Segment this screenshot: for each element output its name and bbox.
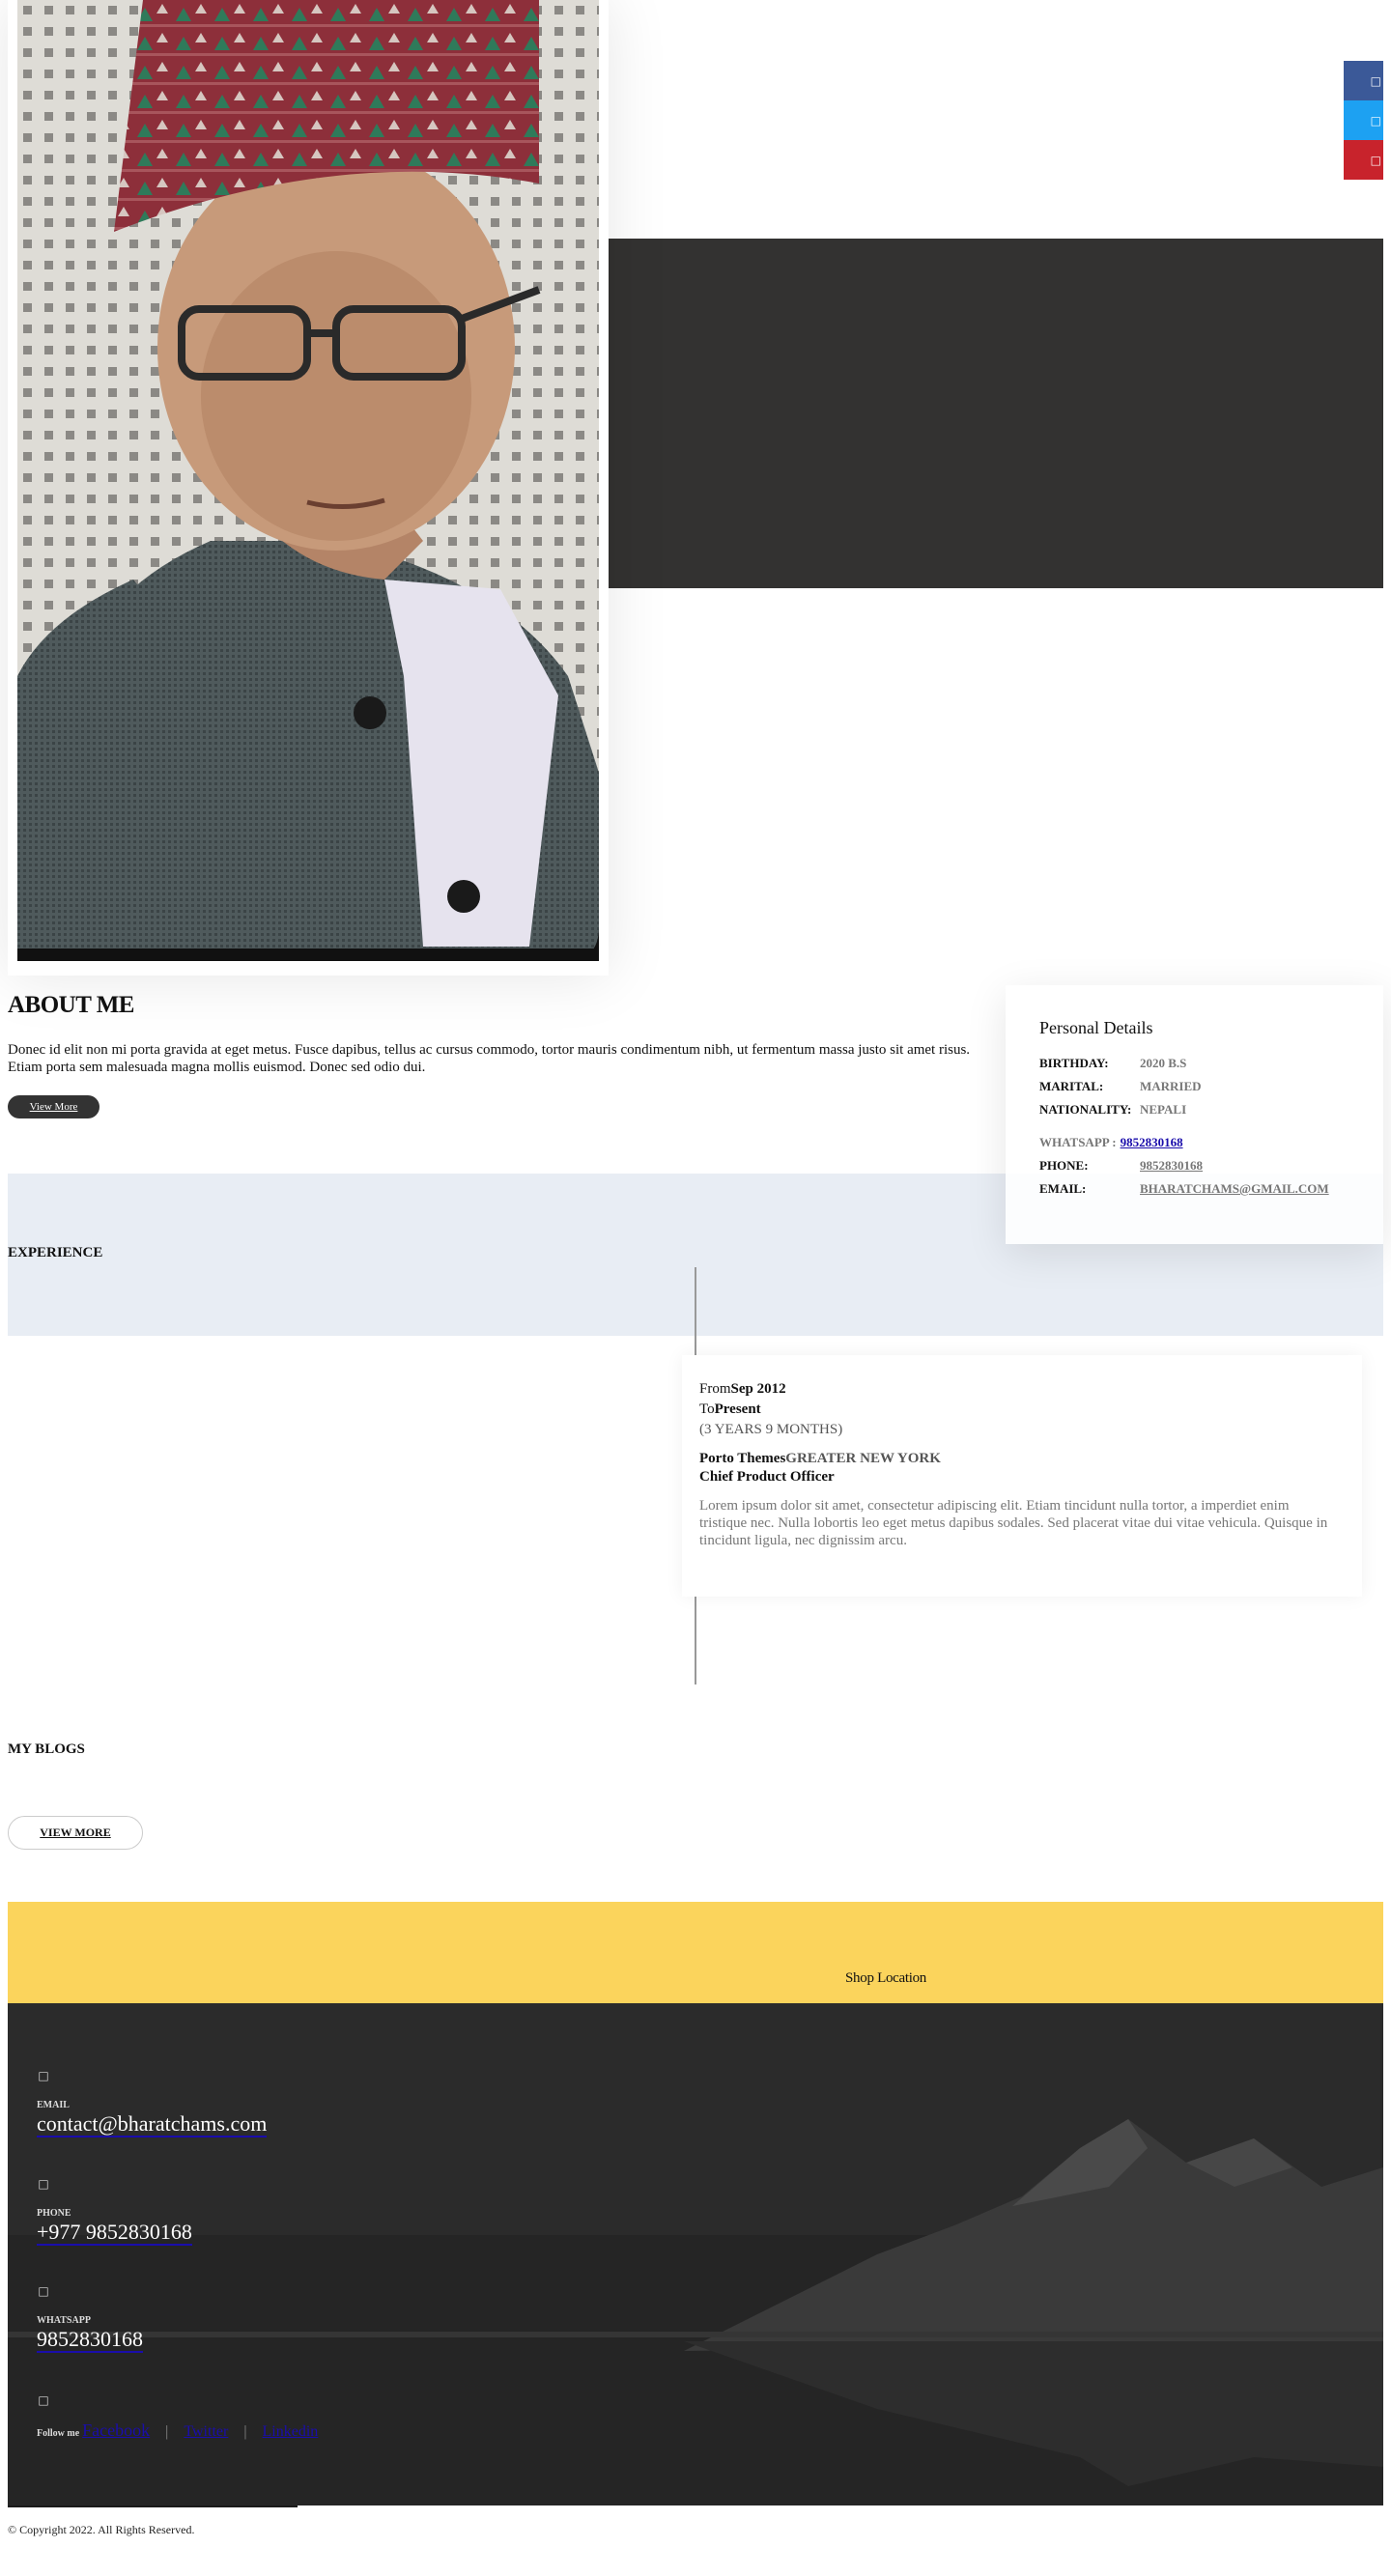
detail-key: EMAIL: [1039,1181,1087,1196]
personal-details-card: Personal Details BIRTHDAY: 2020 B.S MARI… [1006,985,1383,1244]
share-icon: □ [38,2393,49,2407]
personal-details-title: Personal Details [1039,1018,1153,1037]
footer-share: □ [37,2393,50,2407]
hero-dark-band [609,239,1383,588]
phone-icon: □ [38,2177,49,2191]
detail-key: PHONE: [1039,1158,1089,1173]
whatsapp-link[interactable]: 9852830168 [1121,1135,1183,1150]
footer-whatsapp-label: WHATSAPP [37,2315,91,2326]
detail-row-email: EMAIL: BHARATCHAMS@GMAIL.COM [1039,1177,1383,1201]
footer-phone-link[interactable]: +977 9852830168 [37,2221,192,2246]
shop-location-label: Shop Location [845,1970,927,1986]
copyright-rule [8,2505,298,2507]
company-name: Porto Themes [699,1451,786,1466]
detail-row-nationality: NATIONALITY: NEPALI [1039,1098,1383,1121]
view-more-blogs-button[interactable]: VIEW MORE [8,1816,143,1850]
from-label: From [699,1381,731,1397]
footer-email-label: EMAIL [37,2100,70,2110]
experience-description: Lorem ipsum dolor sit amet, consectetur … [699,1498,1328,1548]
footer-follow-row: Follow me Facebook | Twitter | Linkedin [37,2420,319,2441]
follow-facebook-link[interactable]: Facebook [82,2420,150,2441]
phone-link[interactable]: 9852830168 [1140,1158,1203,1174]
detail-key: BIRTHDAY: [1039,1056,1109,1070]
whatsapp-icon: □ [38,2284,49,2298]
footer-email-link[interactable]: contact@bharatchams.com [37,2112,268,2137]
follow-linkedin-link[interactable]: Linkedin [263,2423,319,2441]
footer: □ EMAIL contact@bharatchams.com □ PHONE … [8,2003,1383,2505]
profile-photo [17,0,599,961]
detail-key: NATIONALITY: [1039,1102,1132,1117]
detail-value: MARRIED [1140,1079,1202,1093]
from-date: Sep 2012 [730,1381,786,1397]
footer-whatsapp: □ WHATSAPP 9852830168 [37,2284,143,2353]
copyright-text: © Copyright 2022. All Rights Reserved. [8,2523,195,2536]
detail-value: NEPALI [1140,1102,1187,1117]
detail-value: 2020 B.S [1140,1056,1187,1070]
shop-location-band [8,1902,1383,2003]
footer-email: □ EMAIL contact@bharatchams.com [37,2069,268,2137]
detail-row-birthday: BIRTHDAY: 2020 B.S [1039,1052,1383,1075]
job-role: Chief Product Officer [699,1469,835,1485]
detail-row-phone: PHONE: 9852830168 [1039,1154,1383,1177]
view-more-button[interactable]: View More [8,1095,99,1118]
email-link[interactable]: BHARATCHAMS@GMAIL.COM [1140,1181,1329,1197]
detail-key: WHATSAPP : [1039,1135,1117,1149]
about-text: Donec id elit non mi porta gravida at eg… [8,1042,971,1075]
envelope-icon: □ [38,2069,49,2082]
detail-row-marital: MARITAL: MARRIED [1039,1075,1383,1098]
blogs-title: MY BLOGS [8,1741,85,1757]
experience-entry: FromSep 2012 ToPresent (3 YEARS 9 MONTHS… [699,1379,1337,1549]
twitter-share-button[interactable]: □ [1344,100,1383,140]
experience-title: EXPERIENCE [8,1245,103,1260]
follow-label: Follow me [37,2428,80,2439]
follow-twitter-link[interactable]: Twitter [184,2423,228,2441]
about-title: ABOUT ME [8,992,134,1018]
facebook-share-button[interactable]: □ [1344,61,1383,100]
pinterest-share-button[interactable]: □ [1344,140,1383,180]
twitter-icon: □ [1370,113,1381,127]
detail-row-whatsapp: WHATSAPP : 9852830168 [1039,1131,1383,1154]
company-location: GREATER NEW YORK [785,1451,941,1466]
to-label: To [699,1401,715,1417]
pinterest-icon: □ [1370,153,1381,167]
detail-key: MARITAL: [1039,1079,1104,1093]
social-share-bar: □ □ □ [1344,61,1383,180]
facebook-icon: □ [1370,73,1381,88]
experience-duration: (3 YEARS 9 MONTHS) [699,1422,843,1437]
profile-photo-card [8,0,609,976]
footer-phone: □ PHONE +977 9852830168 [37,2177,192,2246]
footer-phone-label: PHONE [37,2208,71,2219]
footer-whatsapp-link[interactable]: 9852830168 [37,2328,143,2353]
to-date: Present [714,1401,761,1417]
